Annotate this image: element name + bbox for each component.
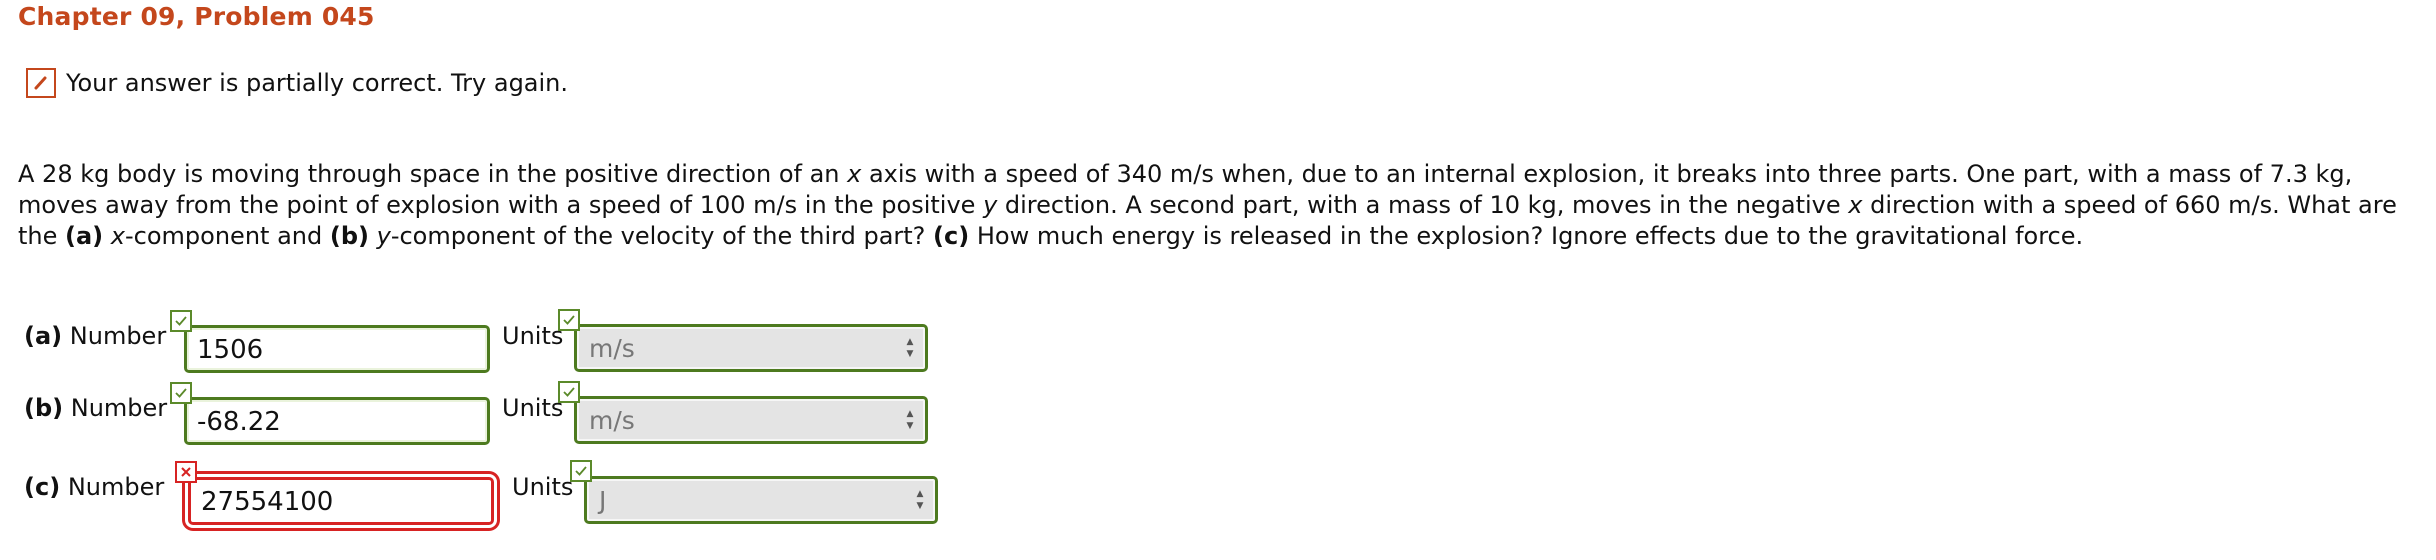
units-label-a: Units <box>502 322 564 350</box>
checkmark-icon <box>570 460 592 482</box>
number-input-value[interactable] <box>195 400 483 444</box>
number-input-value[interactable] <box>195 328 483 372</box>
units-select-value: m/s <box>589 406 635 435</box>
part-label: (a) <box>24 322 63 350</box>
status-message: Your answer is partially correct. Try ag… <box>66 69 569 97</box>
problem-text-segment: y <box>983 191 998 219</box>
part-label: (c) <box>24 473 61 501</box>
problem-text-segment: x <box>1848 191 1863 219</box>
checkmark-icon <box>170 310 192 332</box>
number-input-a[interactable] <box>184 325 490 373</box>
units-select-a[interactable]: m/s ▲ ▼ <box>574 324 928 372</box>
part-label: (b) <box>24 394 64 422</box>
number-input-b[interactable] <box>184 397 490 445</box>
problem-text-segment: (a) <box>65 222 104 250</box>
problem-text-segment: y <box>376 222 391 250</box>
units-select-c[interactable]: J ▲ ▼ <box>584 476 938 524</box>
number-input-c[interactable] <box>188 477 494 525</box>
problem-text-segment: -component of the velocity of the third … <box>390 222 934 250</box>
units-select-value: m/s <box>589 334 635 363</box>
problem-text-segment: x <box>110 222 125 250</box>
problem-text-segment <box>103 222 111 250</box>
problem-text-segment: How much energy is released in the explo… <box>969 222 2084 250</box>
number-label-text: Number <box>67 473 165 501</box>
select-arrows-icon: ▲ ▼ <box>906 409 914 431</box>
checkmark-icon <box>558 309 580 331</box>
x-mark-icon <box>175 461 197 483</box>
number-label-text: Number <box>70 394 168 422</box>
units-label-c: Units <box>512 473 574 501</box>
answer-status: Your answer is partially correct. Try ag… <box>26 68 568 98</box>
checkmark-icon <box>170 382 192 404</box>
problem-title: Chapter 09, Problem 045 <box>18 2 375 31</box>
problem-text-segment: x <box>847 160 862 188</box>
number-label-a: (a) Number <box>24 322 166 350</box>
problem-statement: A 28 kg body is moving through space in … <box>18 159 2428 252</box>
units-select-b[interactable]: m/s ▲ ▼ <box>574 396 928 444</box>
number-label-text: Number <box>69 322 167 350</box>
problem-text-segment: direction. A second part, with a mass of… <box>997 191 1849 219</box>
number-input-value[interactable] <box>199 480 487 524</box>
problem-text-segment: (c) <box>933 222 970 250</box>
problem-text-segment: -component and <box>125 222 330 250</box>
select-arrows-icon: ▲ ▼ <box>916 489 924 511</box>
checkmark-icon <box>558 381 580 403</box>
number-label-c: (c) Number <box>24 473 164 501</box>
problem-text-segment: (b) <box>329 222 369 250</box>
number-label-b: (b) Number <box>24 394 167 422</box>
units-select-value: J <box>599 486 607 515</box>
units-label-b: Units <box>502 394 564 422</box>
select-arrows-icon: ▲ ▼ <box>906 337 914 359</box>
pencil-icon <box>26 68 56 98</box>
problem-text-segment: A 28 kg body is moving through space in … <box>18 160 848 188</box>
problem-text-segment <box>369 222 377 250</box>
